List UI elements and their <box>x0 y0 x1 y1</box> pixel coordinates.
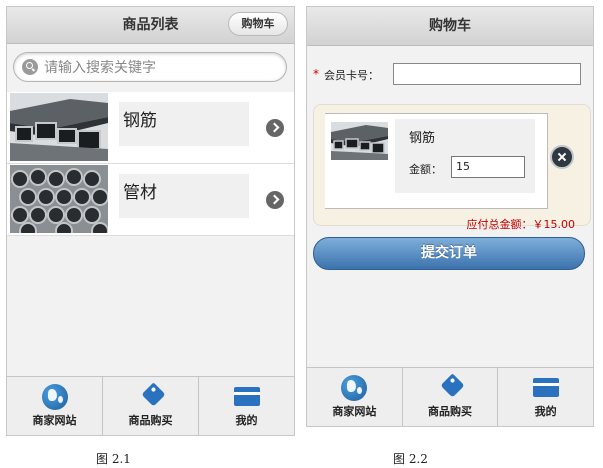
card-icon <box>532 378 559 397</box>
amount-input[interactable]: 15 <box>451 156 525 178</box>
cart-button[interactable]: 购物车 <box>228 12 288 36</box>
search-icon <box>22 59 38 75</box>
globe-icon <box>41 384 68 410</box>
tab-mine[interactable]: 我的 <box>198 377 294 435</box>
chevron-right-icon[interactable] <box>266 119 284 137</box>
tab-product-purchase[interactable]: 商品购买 <box>102 377 198 435</box>
tab-label: 商品购买 <box>428 405 472 418</box>
shopping-cart-screen: 购物车 * 会员卡号： 钢筋 金额： 15 应付总金额：￥15.00 提交订单 … <box>306 6 594 427</box>
tab-label: 我的 <box>534 405 557 418</box>
tab-label: 商家网站 <box>32 414 77 427</box>
list-item[interactable]: 钢筋 <box>7 92 294 164</box>
member-card-input[interactable] <box>393 63 581 85</box>
list-item[interactable]: 管材 <box>7 164 294 236</box>
total-label: 应付总金额： <box>466 218 533 231</box>
cart-item-info: 钢筋 金额： 15 <box>395 119 535 193</box>
bottom-tab-bar: 商家网站 商品购买 我的 <box>7 376 294 435</box>
product-thumbnail-steel-pipes <box>10 165 108 233</box>
card-icon <box>233 387 260 406</box>
required-marker: * <box>313 67 319 81</box>
header-bar: 购物车 <box>307 7 593 46</box>
product-name: 管材 <box>119 174 249 218</box>
bottom-tab-bar: 商家网站 商品购买 我的 <box>307 367 593 426</box>
tab-merchant-site[interactable]: 商家网站 <box>307 368 402 426</box>
cart-item: 钢筋 金额： 15 <box>325 113 548 209</box>
total-amount: 应付总金额：￥15.00 <box>467 216 576 232</box>
tab-product-purchase[interactable]: 商品购买 <box>401 368 498 426</box>
tab-label: 商家网站 <box>332 405 377 418</box>
tab-merchant-site[interactable]: 商家网站 <box>7 377 102 435</box>
tab-label: 我的 <box>235 414 258 427</box>
product-thumbnail-steel-tubes <box>331 122 388 160</box>
chevron-right-icon[interactable] <box>266 191 284 209</box>
tab-mine[interactable]: 我的 <box>497 368 593 426</box>
product-name: 钢筋 <box>119 102 249 146</box>
globe-icon <box>341 375 368 401</box>
tag-icon <box>440 373 465 398</box>
remove-item-icon[interactable] <box>550 145 574 169</box>
search-input[interactable] <box>42 56 276 80</box>
cart-list: 钢筋 金额： 15 <box>313 104 591 226</box>
tag-icon <box>140 382 166 407</box>
page-title: 购物车 <box>429 18 471 34</box>
tab-label: 商品购买 <box>128 414 173 427</box>
figure-caption: 图 2.2 <box>393 452 428 466</box>
figure-caption: 图 2.1 <box>96 452 131 466</box>
product-thumbnail-steel-tubes <box>10 93 108 161</box>
member-card-label: 会员卡号： <box>324 69 379 82</box>
submit-order-button[interactable]: 提交订单 <box>313 237 585 270</box>
total-value: ￥15.00 <box>532 218 576 231</box>
search-box[interactable] <box>13 52 287 82</box>
product-list-screen: 商品列表 购物车 钢筋 <box>6 6 295 436</box>
header-bar: 商品列表 购物车 <box>7 7 294 44</box>
cart-item-name: 钢筋 <box>409 131 436 146</box>
amount-label: 金额： <box>409 163 442 176</box>
member-card-row: * 会员卡号： <box>313 63 589 87</box>
